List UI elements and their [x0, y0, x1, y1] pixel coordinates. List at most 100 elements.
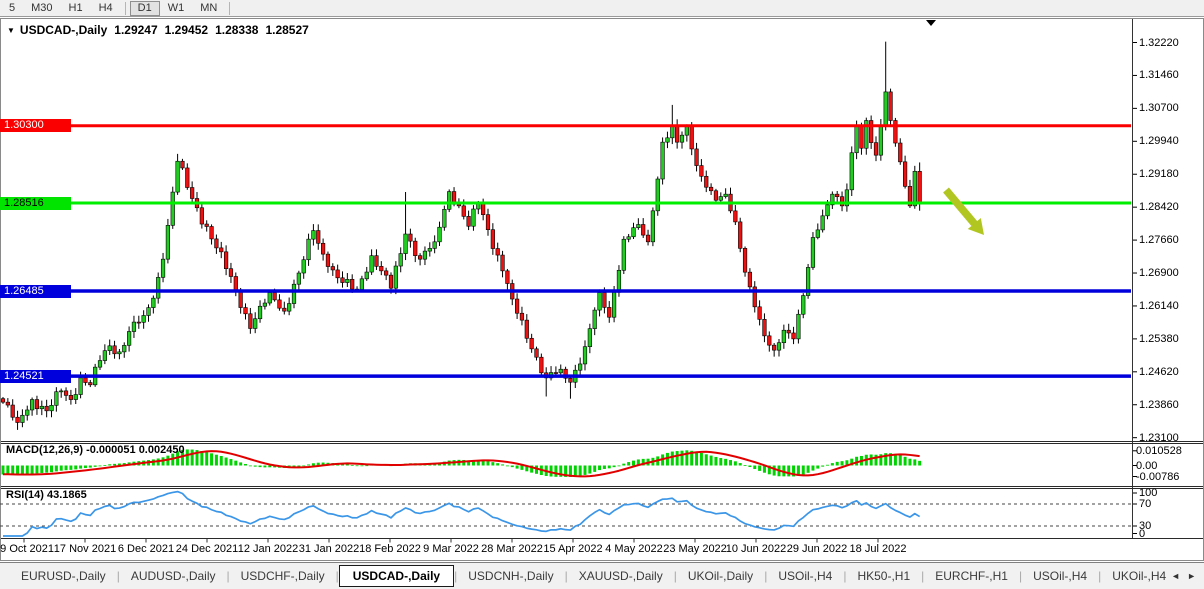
macd-bar [30, 465, 34, 474]
candle-body [437, 226, 442, 243]
macd-bar [665, 452, 669, 466]
candles-layer [0, 41, 922, 430]
tab-xauusd-daily[interactable]: XAUUSD-,Daily [568, 566, 674, 586]
candle-body [131, 321, 137, 332]
candle-body [291, 283, 297, 304]
tab-usdcad-daily[interactable]: USDCAD-,Daily [338, 565, 455, 587]
tab-ukoil-daily[interactable]: UKOil-,Daily [677, 566, 764, 586]
candle-body [5, 401, 10, 406]
macd-bar [593, 465, 597, 472]
candle-body [320, 242, 326, 255]
candle-body [733, 210, 738, 223]
candle-body [165, 225, 171, 260]
macd-bar [753, 465, 757, 470]
timeframe-button-MN[interactable]: MN [192, 1, 225, 16]
macd-bar [74, 465, 78, 470]
candle-body [170, 191, 175, 226]
chart-canvas[interactable] [0, 0, 1204, 589]
candle-body [248, 313, 253, 329]
candle-body [335, 269, 340, 279]
timeframe-button-D1[interactable]: D1 [129, 0, 160, 16]
macd-bar [830, 463, 834, 466]
candle-body [694, 148, 699, 166]
macd-bar [258, 465, 262, 468]
candle-body [825, 204, 830, 217]
macd-bar [598, 465, 602, 471]
macd-bar [108, 464, 112, 466]
timeframe-button-W1[interactable]: W1 [160, 1, 193, 16]
macd-bar [908, 458, 912, 466]
macd-bar [185, 449, 189, 466]
macd-bar [229, 459, 233, 466]
tab-scroll-left-icon[interactable]: ◄ [1171, 571, 1180, 581]
tab-scroll-right-icon[interactable]: ► [1187, 571, 1196, 581]
macd-bar [54, 465, 58, 472]
macd-bar [840, 461, 844, 466]
candle-body [796, 313, 801, 340]
candle-body [325, 253, 331, 267]
candle-body [316, 230, 321, 244]
candle-body [199, 207, 204, 225]
macd-bar [1, 465, 5, 475]
rsi-layer [0, 490, 1131, 537]
candle-body [742, 248, 748, 273]
macd-bar [918, 460, 922, 466]
candle-body [54, 391, 59, 406]
candle-body [282, 307, 287, 312]
candle-body [883, 91, 888, 126]
macd-bar [345, 464, 349, 466]
macd-bar [20, 465, 24, 475]
candle-body [762, 319, 767, 337]
macd-bar [821, 465, 825, 467]
candle-body [73, 394, 78, 400]
bearish-arrow-annotation[interactable] [943, 187, 984, 236]
tab-usdchf-daily[interactable]: USDCHF-,Daily [230, 566, 336, 586]
tab-usoil-h4[interactable]: USOil-,H4 [1022, 566, 1098, 586]
timeframe-button-5[interactable]: 5 [1, 1, 23, 16]
macd-bar [307, 464, 311, 466]
candle-body [471, 208, 476, 227]
tab-eurchf-h1[interactable]: EURCHF-,H1 [924, 566, 1019, 586]
timeframe-button-M30[interactable]: M30 [23, 1, 60, 16]
candle-body [665, 137, 670, 143]
candle-body [553, 372, 558, 374]
candle-body [49, 405, 54, 412]
macd-bar [719, 458, 723, 466]
candle-body [379, 266, 384, 272]
tab-hk50-h1[interactable]: HK50-,H1 [846, 566, 921, 586]
tab-usdcnh-daily[interactable]: USDCNH-,Daily [457, 566, 564, 586]
macd-bar [365, 465, 369, 467]
tab-usoil-h4[interactable]: USOil-,H4 [767, 566, 843, 586]
candle-body [835, 193, 840, 197]
macd-bar [772, 465, 776, 476]
toolbar-separator [124, 1, 126, 15]
candle-body [78, 377, 83, 395]
macd-bar [675, 451, 679, 466]
macd-bar [811, 465, 815, 471]
candle-body [505, 270, 510, 284]
macd-bar [355, 465, 359, 467]
macd-bar [93, 465, 97, 467]
candle-body [34, 399, 40, 410]
macd-bar [35, 465, 39, 474]
candle-body [83, 377, 88, 383]
tab-audusd-daily[interactable]: AUDUSD-,Daily [120, 566, 227, 586]
timeframe-button-H4[interactable]: H4 [91, 1, 121, 16]
candle-body [558, 368, 563, 374]
candle-body [25, 409, 30, 416]
macd-bar [709, 455, 713, 466]
candle-body [611, 292, 617, 318]
macd-bar [64, 465, 68, 471]
candle-body [757, 306, 762, 320]
candle-body [296, 272, 301, 285]
timeframe-button-H1[interactable]: H1 [61, 1, 91, 16]
macd-bar [515, 465, 519, 469]
candle-body [44, 405, 49, 412]
candle-body [898, 142, 903, 163]
candle-body [190, 187, 195, 199]
tab-eurusd-daily[interactable]: EURUSD-,Daily [10, 566, 117, 586]
candle-body [29, 399, 35, 411]
macd-bar [180, 449, 184, 466]
candle-body [641, 224, 646, 236]
macd-bar [50, 465, 53, 473]
